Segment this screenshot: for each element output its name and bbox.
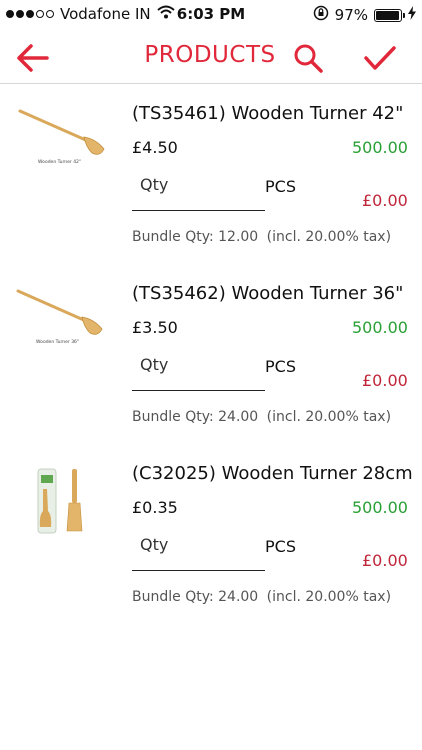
stock-quantity: 500.00 [352, 138, 408, 157]
bundle-qty: Bundle Qty: 12.00 [132, 229, 259, 245]
product-list: Wooden Turner 42" (TS35461) Wooden Turne… [0, 85, 422, 625]
line-total: £0.00 [362, 191, 408, 210]
quantity-field[interactable] [132, 527, 265, 571]
quantity-input[interactable] [132, 167, 265, 202]
page-title: PRODUCTS [144, 42, 276, 68]
unit-label: PCS [265, 177, 296, 196]
bundle-info: Bundle Qty: 24.00 (incl. 20.00% tax) [132, 409, 391, 425]
product-name: (TS35461) Wooden Turner 42" [132, 103, 404, 124]
unit-label: PCS [265, 357, 296, 376]
line-total: £0.00 [362, 551, 408, 570]
product-item[interactable]: Wooden Turner 36" (TS35462) Wooden Turne… [0, 265, 422, 445]
confirm-check-icon[interactable] [362, 40, 398, 76]
product-price: £4.50 [132, 138, 178, 157]
search-icon[interactable] [290, 40, 326, 76]
svg-text:Wooden Turner 36": Wooden Turner 36" [36, 339, 79, 345]
status-bar: Vodafone IN 6:03 PM 97% [0, 0, 422, 28]
product-name: (C32025) Wooden Turner 28cm [132, 463, 413, 484]
unit-label: PCS [265, 537, 296, 556]
quantity-input[interactable] [132, 347, 265, 382]
orientation-lock-icon [313, 5, 329, 25]
product-price: £3.50 [132, 318, 178, 337]
product-price: £0.35 [132, 498, 178, 517]
quantity-input[interactable] [132, 527, 265, 562]
battery-percent: 97% [334, 6, 368, 24]
bundle-qty: Bundle Qty: 24.00 [132, 409, 259, 425]
status-right: 97% [313, 5, 416, 25]
product-image: Wooden Turner 36" [14, 281, 118, 361]
product-item[interactable]: Wooden Turner 42" (TS35461) Wooden Turne… [0, 85, 422, 265]
tax-note: (incl. 20.00% tax) [266, 589, 392, 605]
tax-note: (incl. 20.00% tax) [266, 409, 392, 425]
charging-icon [408, 6, 416, 24]
battery-icon [374, 8, 405, 22]
stock-quantity: 500.00 [352, 498, 408, 517]
nav-bar: PRODUCTS [0, 28, 422, 84]
back-arrow-icon[interactable] [14, 40, 50, 76]
quantity-field[interactable] [132, 167, 265, 211]
stock-quantity: 500.00 [352, 318, 408, 337]
product-name: (TS35462) Wooden Turner 36" [132, 283, 404, 304]
bundle-info: Bundle Qty: 12.00 (incl. 20.00% tax) [132, 229, 391, 245]
product-item[interactable]: (C32025) Wooden Turner 28cm £0.35 500.00… [0, 445, 422, 625]
bundle-qty: Bundle Qty: 24.00 [132, 589, 259, 605]
bundle-info: Bundle Qty: 24.00 (incl. 20.00% tax) [132, 589, 391, 605]
quantity-field[interactable] [132, 347, 265, 391]
product-image [14, 461, 118, 541]
line-total: £0.00 [362, 371, 408, 390]
svg-text:Wooden Turner 42": Wooden Turner 42" [38, 159, 81, 165]
tax-note: (incl. 20.00% tax) [266, 229, 392, 245]
product-image: Wooden Turner 42" [14, 101, 118, 181]
